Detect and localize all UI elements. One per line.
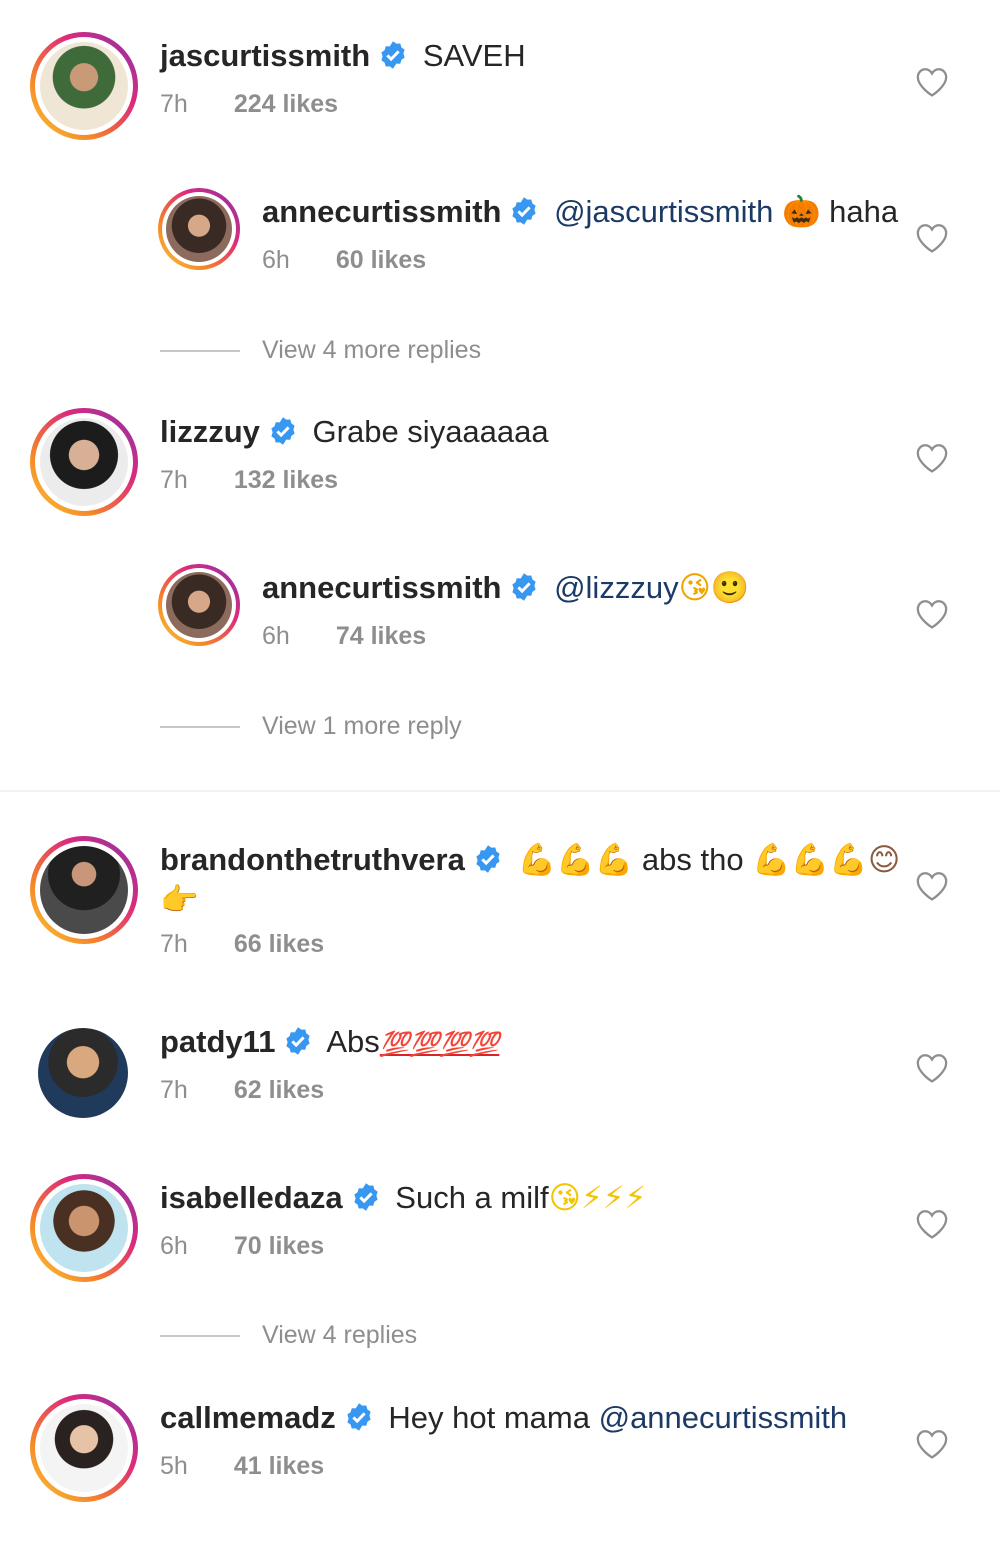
timestamp: 6h — [262, 622, 290, 650]
verified-badge-icon — [286, 1027, 311, 1055]
likes-count[interactable]: 132 likes — [234, 466, 338, 494]
pumpkin-emoji: 🎃 — [781, 194, 821, 230]
divider-line — [160, 1335, 240, 1338]
heart-icon[interactable] — [915, 442, 949, 474]
comment-text: haha — [829, 194, 899, 229]
heart-icon[interactable] — [915, 1208, 949, 1240]
heart-icon[interactable] — [915, 66, 949, 98]
mention-link[interactable]: @annecurtissmith — [599, 1400, 848, 1435]
verified-badge-icon — [271, 417, 295, 445]
verified-badge-icon — [354, 1183, 378, 1211]
divider-line — [160, 726, 240, 729]
heart-icon[interactable] — [915, 1428, 949, 1460]
avatar[interactable] — [30, 836, 138, 944]
verified-badge-icon — [512, 573, 537, 601]
face-emoji: 😘🙂 — [678, 570, 750, 606]
avatar[interactable] — [158, 188, 240, 270]
avatar[interactable] — [30, 32, 138, 140]
likes-count[interactable]: 70 likes — [234, 1232, 324, 1260]
username[interactable]: isabelledaza — [160, 1180, 343, 1215]
view-replies[interactable]: View 4 replies — [160, 1319, 417, 1351]
view-more-replies[interactable]: View 4 more replies — [160, 334, 481, 366]
timestamp: 7h — [160, 90, 188, 118]
timestamp: 7h — [160, 466, 188, 494]
heart-icon[interactable] — [915, 870, 949, 902]
avatar[interactable] — [30, 1174, 138, 1282]
section-separator — [0, 790, 1000, 792]
flexed-bicep-emoji: 💪💪💪😊 — [752, 842, 901, 878]
username[interactable]: patdy11 — [160, 1024, 275, 1059]
username[interactable]: brandonthetruthvera — [160, 842, 465, 877]
verified-badge-icon — [381, 41, 405, 69]
mention-link[interactable]: @jascurtissmith — [554, 194, 773, 229]
verified-badge-icon — [476, 845, 500, 873]
avatar[interactable] — [158, 564, 240, 646]
view-replies-label[interactable]: View 4 replies — [262, 1321, 417, 1349]
heart-icon[interactable] — [915, 598, 949, 630]
heart-icon[interactable] — [915, 222, 949, 254]
timestamp: 6h — [262, 246, 290, 274]
verified-badge-icon — [347, 1403, 371, 1431]
timestamp: 7h — [160, 930, 188, 958]
likes-count[interactable]: 224 likes — [234, 90, 338, 118]
username[interactable]: annecurtissmith — [262, 570, 501, 605]
kiss-lightning-emoji: 😘⚡⚡⚡ — [548, 1180, 647, 1216]
verified-badge-icon — [512, 197, 537, 225]
likes-count[interactable]: 60 likes — [336, 246, 426, 274]
mention-link[interactable]: @lizzzuy — [554, 570, 678, 605]
likes-count[interactable]: 41 likes — [234, 1452, 324, 1480]
divider-line — [160, 350, 240, 353]
comment-text: Grabe siyaaaaaa — [312, 414, 549, 449]
avatar[interactable] — [30, 408, 138, 516]
timestamp: 7h — [160, 1076, 188, 1104]
comment-text: abs tho — [641, 842, 744, 877]
hundred-points-emoji: 💯💯💯💯 — [379, 1030, 500, 1058]
comment-text: SAVEH — [422, 38, 526, 73]
username[interactable]: callmemadz — [160, 1400, 336, 1435]
timestamp: 6h — [160, 1232, 188, 1260]
heart-icon[interactable] — [915, 1052, 949, 1084]
comment-text: Abs — [326, 1024, 380, 1059]
flexed-bicep-emoji: 💪💪💪 — [517, 842, 634, 878]
view-more-replies[interactable]: View 1 more reply — [160, 710, 462, 742]
username[interactable]: annecurtissmith — [262, 194, 501, 229]
username[interactable]: lizzzuy — [160, 414, 260, 449]
pointing-hand-emoji: 👉 — [160, 882, 199, 918]
comment-text: Such a milf — [395, 1180, 549, 1215]
likes-count[interactable]: 66 likes — [234, 930, 324, 958]
avatar[interactable] — [38, 1028, 128, 1118]
likes-count[interactable]: 74 likes — [336, 622, 426, 650]
view-more-label[interactable]: View 1 more reply — [262, 712, 462, 740]
comment-text: Hey hot mama — [388, 1400, 590, 1435]
view-more-label[interactable]: View 4 more replies — [262, 336, 481, 364]
avatar[interactable] — [30, 1394, 138, 1502]
username[interactable]: jascurtissmith — [160, 38, 370, 73]
timestamp: 5h — [160, 1452, 188, 1480]
likes-count[interactable]: 62 likes — [234, 1076, 324, 1104]
